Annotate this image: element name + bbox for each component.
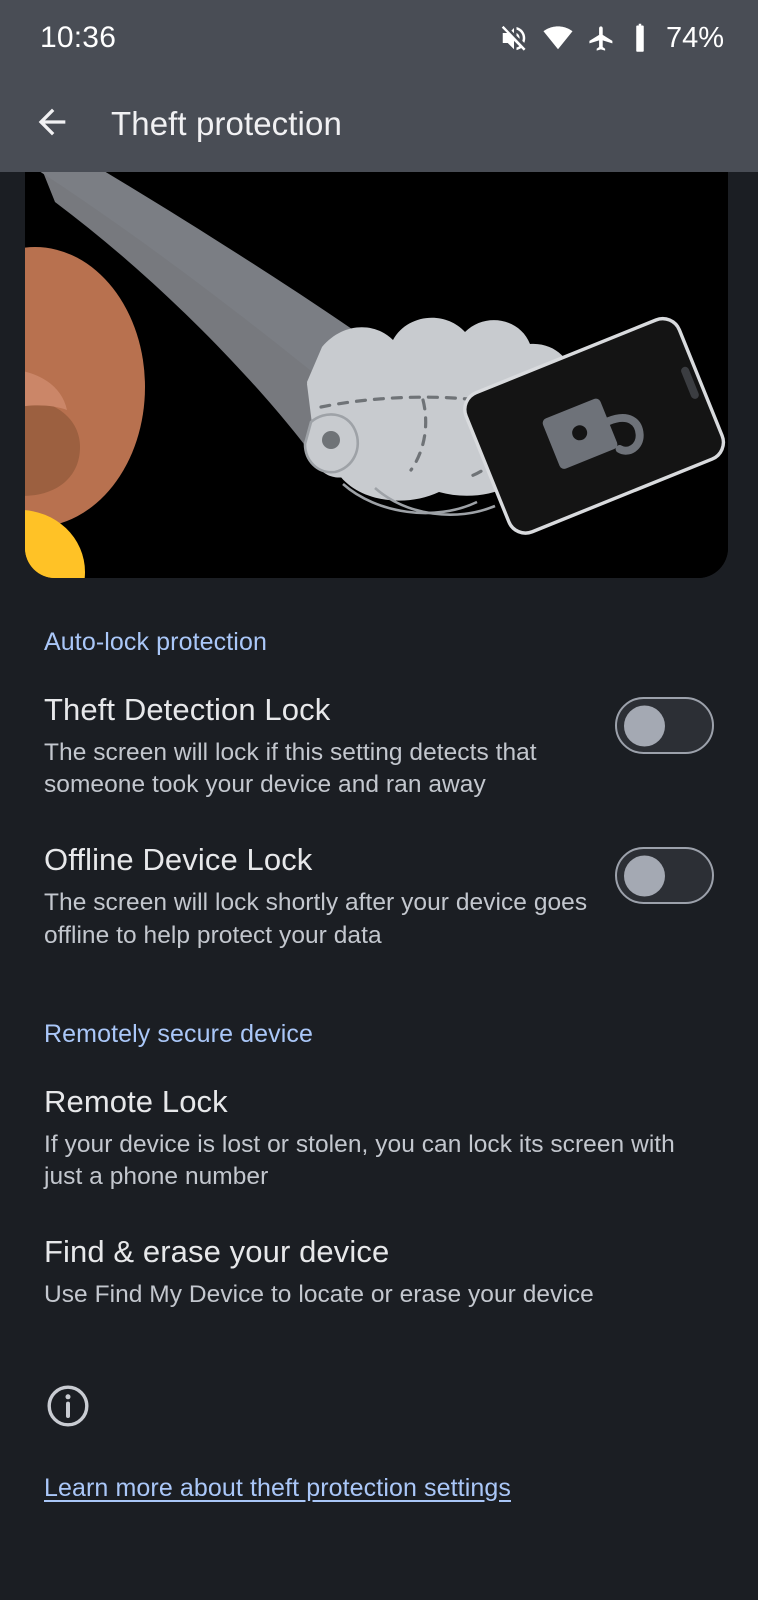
status-bar-clock: 10:36: [40, 21, 117, 54]
preference-theft-detection-lock[interactable]: Theft Detection Lock The screen will loc…: [0, 657, 758, 801]
preference-text: Remote Lock If your device is lost or st…: [44, 1083, 714, 1193]
app-bar: Theft protection: [0, 76, 758, 172]
arrow-back-icon: [32, 102, 72, 147]
preference-title: Find & erase your device: [44, 1234, 390, 1270]
back-button[interactable]: [22, 94, 82, 154]
status-bar-icons: 74%: [499, 22, 724, 55]
preference-title: Theft Detection Lock: [44, 692, 331, 727]
settings-content: Auto-lock protection Theft Detection Loc…: [0, 578, 758, 1503]
preference-find-and-erase-your-device[interactable]: Find & erase your device Use Find My Dev…: [0, 1193, 758, 1311]
phone-screen: 10:36 74% Theft protection Auto-lock pro…: [0, 0, 758, 1600]
theft-protection-illustration: [25, 172, 728, 578]
toggle-theft-detection-lock[interactable]: [615, 697, 714, 754]
toggle-thumb: [624, 855, 665, 897]
footer: Learn more about theft protection settin…: [0, 1312, 758, 1503]
preference-text: Theft Detection Lock The screen will loc…: [44, 691, 615, 801]
preference-title: Offline Device Lock: [44, 842, 313, 878]
battery-icon: [630, 23, 650, 53]
toggle-thumb: [624, 705, 665, 746]
section-header-remotely-secure-device: Remotely secure device: [44, 1019, 313, 1048]
preference-title: Remote Lock: [44, 1083, 228, 1119]
overflow-menu-button[interactable]: [678, 93, 740, 155]
section-header-auto-lock: Auto-lock protection: [44, 628, 267, 656]
learn-more-link[interactable]: Learn more about theft protection settin…: [44, 1474, 511, 1503]
battery-percent-label: 74%: [665, 21, 724, 54]
info-outline-icon: [44, 1382, 714, 1430]
page-title: Theft protection: [111, 105, 342, 142]
preference-text: Offline Device Lock The screen will lock…: [44, 841, 615, 951]
toggle-offline-device-lock[interactable]: [615, 847, 714, 905]
preference-offline-device-lock[interactable]: Offline Device Lock The screen will lock…: [0, 801, 758, 951]
preference-summary: If your device is lost or stolen, you ca…: [44, 1130, 675, 1191]
preference-summary: Use Find My Device to locate or erase yo…: [44, 1281, 594, 1309]
volume-off-icon: [499, 23, 529, 53]
preference-summary: The screen will lock if this setting det…: [44, 738, 537, 799]
wifi-icon: [543, 23, 573, 53]
status-bar: 10:36 74%: [0, 0, 758, 76]
airplane-mode-icon: [587, 24, 616, 53]
illustration-svg: [25, 172, 728, 578]
preference-text: Find & erase your device Use Find My Dev…: [44, 1233, 714, 1311]
preference-summary: The screen will lock shortly after your …: [44, 889, 588, 949]
preference-remote-lock[interactable]: Remote Lock If your device is lost or st…: [0, 1049, 758, 1193]
